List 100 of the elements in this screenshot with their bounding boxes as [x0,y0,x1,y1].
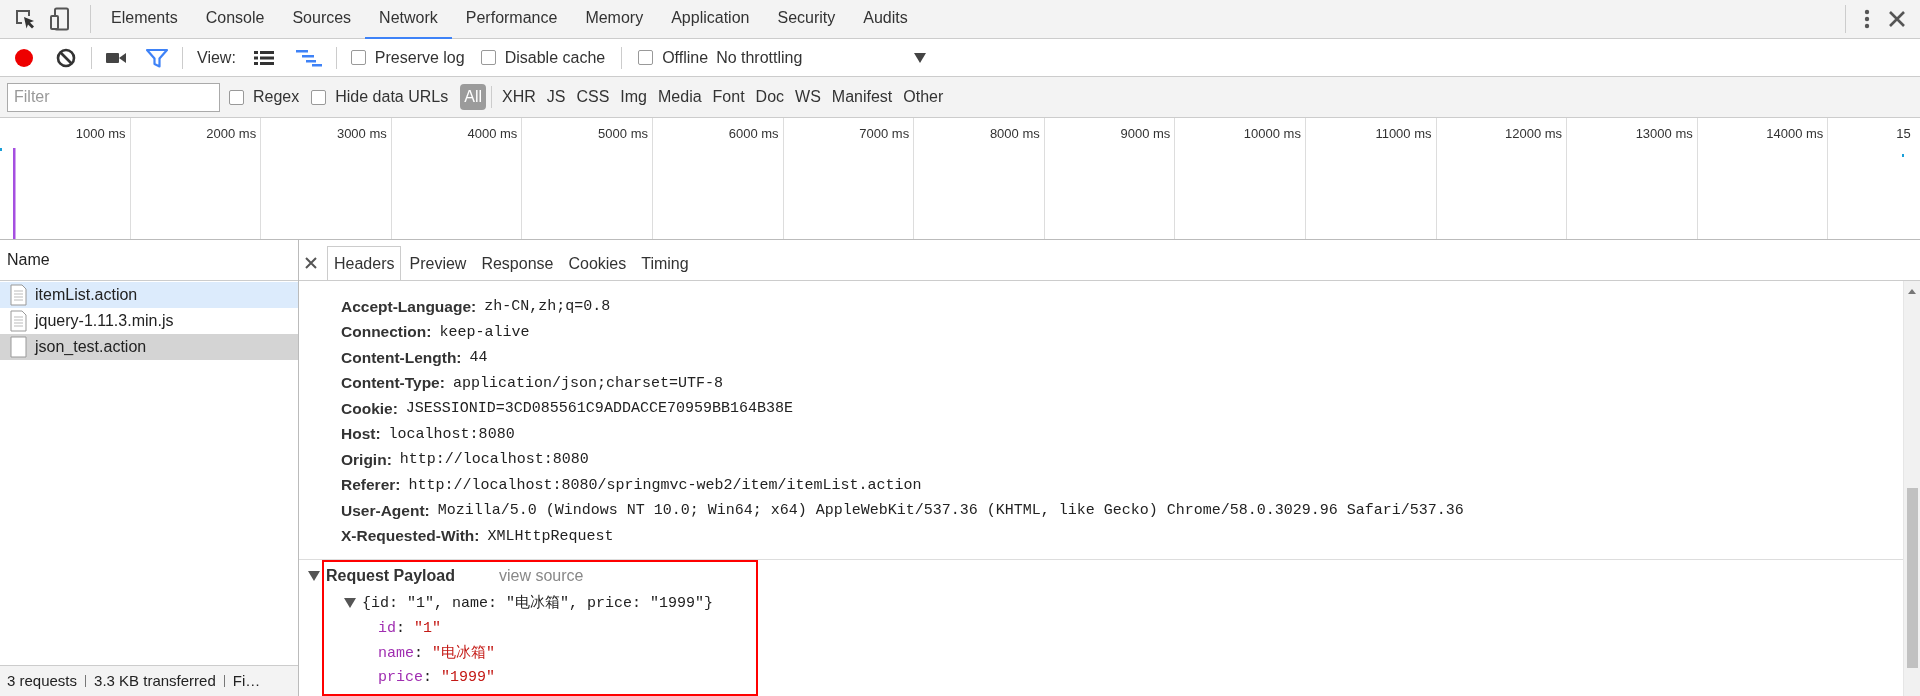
filter-field[interactable]: Filter [7,82,220,112]
payload-property: name: "电冰箱" [378,643,496,663]
dropdown-arrow-icon [914,52,927,63]
throttling-dropdown[interactable]: No throttling [716,48,927,67]
time-tick-label: 7000 ms [859,126,910,141]
header-name: User-Agent: [341,501,430,520]
time-tick-label: 4000 ms [467,126,518,141]
header-value: XMLHttpRequest [487,527,614,545]
view-source-link[interactable]: view source [498,567,584,585]
time-tick-label: 2000 ms [206,126,257,141]
close-icon[interactable] [1888,10,1906,28]
detail-tab[interactable]: Cookies [561,246,634,280]
time-tick-label: 1000 ms [75,126,126,141]
time-tick-label: 11000 ms [1375,126,1432,141]
column-header: Name [7,251,50,269]
header-value: localhost:8080 [388,425,515,443]
detail-tab[interactable]: Headers [327,246,402,280]
panel-tab[interactable]: Console [191,0,279,39]
panel-tab[interactable]: Memory [571,0,658,39]
type-filter-button[interactable]: Font [708,84,749,110]
panel-tab[interactable]: Performance [451,0,572,39]
request-row[interactable]: json_test.action [0,334,298,360]
type-filter-button[interactable]: XHR [498,84,540,110]
type-filter-button[interactable]: JS [542,84,570,110]
status-text: 3 requests [7,672,78,689]
checkbox[interactable] [229,89,244,105]
time-tick-label: 13000 ms [1635,126,1693,141]
status-text: 3.3 KB transferred [94,672,216,689]
header-value: 44 [469,349,488,367]
header-value: JSESSIONID=3CD085561C9ADDACCE70959BB164B38E [405,400,793,418]
header-name: Host: [341,425,381,444]
header-value: http://localhost:8080 [399,451,589,469]
type-filter-button[interactable]: Doc [751,84,789,110]
time-tick-label: 10000 ms [1243,126,1301,141]
detail-tab[interactable]: Response [474,246,561,280]
scrollbar[interactable] [1903,281,1920,696]
header-value: zh-CN,zh;q=0.8 [484,298,611,316]
header-value: Mozilla/5.0 (Windows NT 10.0; Win64; x64) AppleWebKit/537.36 (KHTML, like Gecko) Chrome/58.0.3029.96 Safari/537.36 [437,502,1464,520]
list-view-icon[interactable] [253,49,274,66]
checkbox-option[interactable]: Disable cache [480,48,606,67]
header-value: http://localhost:8080/springmvc-web2/item/itemList.action [408,476,922,494]
payload-property: id: "1" [378,619,442,637]
section-title: Request Payload [326,567,455,585]
header-name: Accept-Language: [341,297,477,316]
header-value: keep-alive [439,323,530,341]
record-button-icon[interactable] [13,46,35,69]
request-row[interactable]: itemList.action [0,282,298,308]
header-name: Content-Type: [341,374,445,393]
header-name: Content-Length: [341,348,462,367]
header-name: Referer: [341,476,401,495]
checkbox[interactable] [480,50,496,65]
type-filter-button[interactable]: Manifest [827,84,897,110]
header-value: application/json;charset=UTF-8 [452,374,723,392]
checkbox-option[interactable]: Hide data URLs [311,88,449,106]
more-options-icon[interactable] [1864,8,1870,30]
panel-tab[interactable]: Audits [849,0,922,39]
header-name: Connection: [341,323,432,342]
checkbox[interactable] [638,50,654,65]
waterfall-view-icon[interactable] [295,48,322,67]
request-row[interactable]: jquery-1.11.3.min.js [0,308,298,334]
panel-tab[interactable]: Application [657,0,764,39]
type-filter-button[interactable]: Media [654,84,706,110]
filter-icon[interactable] [146,47,168,68]
detail-tab[interactable]: Timing [634,246,696,280]
time-tick-label: 5000 ms [598,126,648,141]
close-icon[interactable] [305,257,317,269]
panel-tab[interactable]: Elements [97,0,192,39]
checkbox-option[interactable]: Offline [638,48,709,67]
time-tick-label: 8000 ms [989,126,1040,141]
time-tick-label: 12000 ms [1505,126,1563,141]
checkbox-option[interactable]: Regex [229,88,300,106]
checkbox-option[interactable]: Preserve log [350,48,465,67]
checkbox[interactable] [311,89,327,105]
type-filter-button[interactable]: CSS [572,84,614,110]
disclosure-triangle-icon[interactable] [344,597,356,608]
clear-icon[interactable] [55,46,77,69]
document-icon [10,310,27,332]
type-filter-button[interactable]: WS [791,84,825,110]
header-name: Cookie: [341,399,398,418]
payload-property: price: "1999" [378,668,496,686]
panel-tab[interactable]: Sources [278,0,366,39]
document-icon [10,336,27,358]
time-tick-label: 14000 ms [1766,126,1824,141]
inspect-element-icon[interactable] [14,8,36,30]
document-icon [10,284,27,306]
time-tick-label: 3000 ms [336,126,387,141]
time-tick-label: 15 [1896,126,1911,141]
object-summary: {id: "1", name: "电冰箱", price: "1999"} [362,593,714,612]
type-filter-button[interactable]: Other [899,84,948,110]
header-name: X-Requested-With: [341,527,480,546]
time-tick-label: 6000 ms [728,126,779,141]
detail-tab[interactable]: Preview [402,246,474,280]
time-tick-label: 9000 ms [1120,126,1171,141]
header-name: Origin: [341,450,392,469]
disclosure-triangle-icon[interactable] [308,571,320,581]
type-filter-button[interactable]: Img [616,84,651,110]
device-toolbar-icon[interactable] [50,7,70,31]
panel-tab[interactable]: Security [763,0,850,39]
view-label: View: [197,48,236,67]
checkbox[interactable] [350,50,366,65]
